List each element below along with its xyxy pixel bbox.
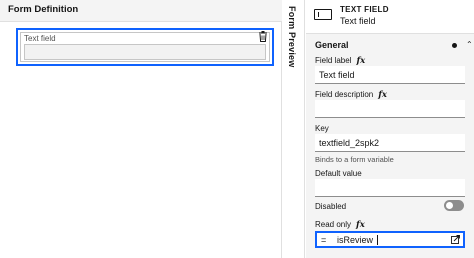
fx-icon[interactable]: fx	[356, 220, 365, 230]
field-label-label: Field label fx	[315, 56, 366, 66]
fx-icon[interactable]: fx	[356, 56, 365, 66]
properties-header: TEXT FIELD Text field	[306, 0, 474, 34]
text-field-input-preview	[24, 44, 266, 60]
text-field-component-body: Text field	[20, 32, 270, 62]
read-only-expression-input[interactable]: = isReview	[315, 231, 465, 248]
key-label: Key	[315, 124, 329, 133]
trash-icon[interactable]	[258, 31, 268, 42]
field-description-label: Field description fx	[315, 90, 387, 100]
field-label-input[interactable]: Text field	[315, 66, 465, 84]
component-type: TEXT FIELD	[340, 5, 389, 14]
field-description-input[interactable]	[315, 100, 465, 118]
key-input[interactable]: textfield_2spk2	[315, 134, 465, 152]
disabled-toggle[interactable]	[444, 200, 464, 211]
form-preview-label: Form Preview	[287, 6, 297, 68]
section-general-title[interactable]: General	[315, 40, 349, 50]
form-definition-header: Form Definition	[0, 0, 282, 22]
key-helper-text: Binds to a form variable	[315, 155, 394, 164]
expression-prefix: =	[321, 235, 327, 245]
form-preview-tab[interactable]: Form Preview	[283, 0, 305, 258]
default-value-label: Default value	[315, 169, 362, 178]
read-only-label: Read only fx	[315, 220, 365, 230]
form-definition-panel: Form Definition Text field	[0, 0, 282, 258]
properties-panel: TEXT FIELD Text field General ⌃ Field la…	[306, 0, 474, 258]
popout-icon[interactable]	[451, 235, 460, 244]
form-definition-title: Form Definition	[8, 4, 79, 15]
disabled-label: Disabled	[315, 202, 347, 211]
toggle-knob	[446, 202, 453, 209]
text-field-icon	[314, 9, 332, 20]
chevron-up-icon[interactable]: ⌃	[466, 40, 473, 49]
fx-icon[interactable]: fx	[378, 90, 387, 100]
text-field-component[interactable]: Text field	[16, 28, 274, 66]
text-field-label: Text field	[24, 34, 56, 43]
component-name: Text field	[340, 16, 376, 26]
expression-value: isReview	[337, 235, 374, 245]
modified-dot-icon	[452, 43, 457, 48]
text-cursor	[377, 235, 378, 245]
default-value-input[interactable]	[315, 179, 465, 197]
